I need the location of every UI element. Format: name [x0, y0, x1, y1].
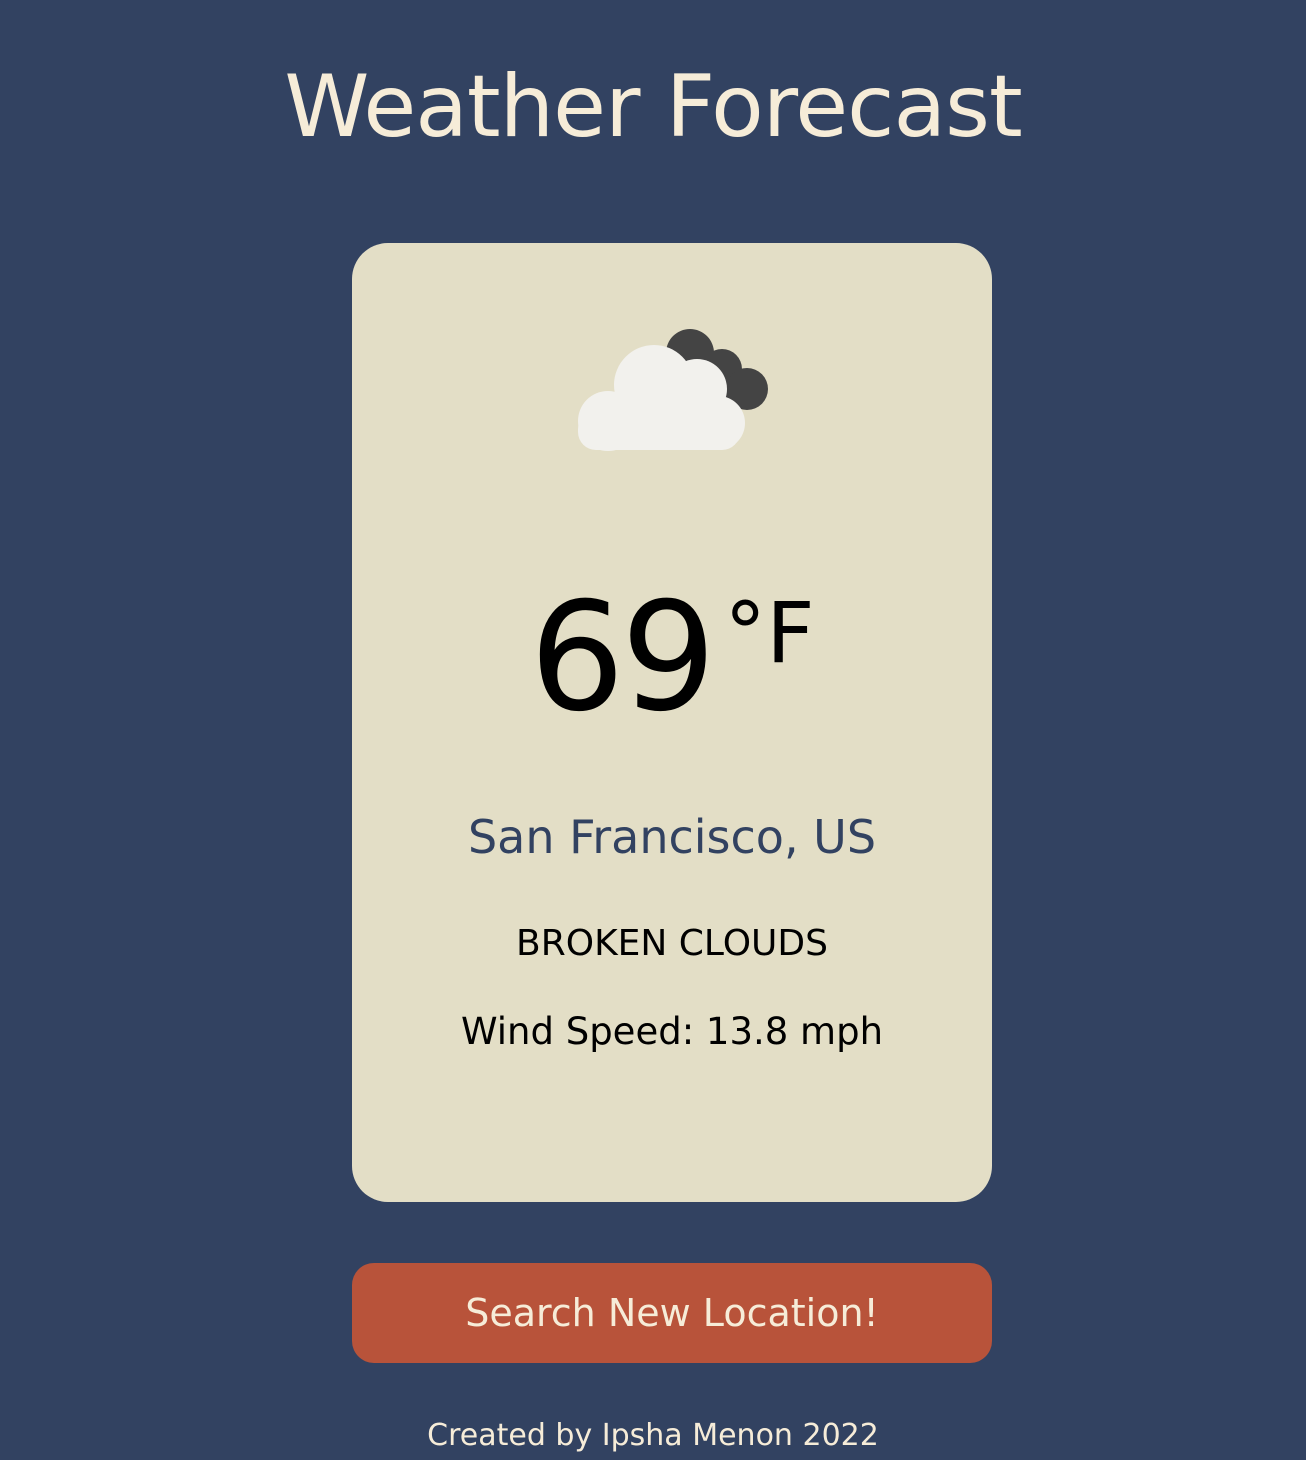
temperature-display: 69 °F — [352, 583, 992, 733]
location-name: San Francisco, US — [467, 810, 877, 864]
temperature-value: 69 — [529, 571, 716, 745]
wind-speed: Wind Speed: 13.8 mph — [460, 1010, 884, 1053]
search-new-location-button[interactable]: Search New Location! — [352, 1263, 992, 1363]
temperature-unit: °F — [724, 584, 815, 682]
page-title: Weather Forecast — [284, 57, 1022, 157]
footer-credit: Created by Ipsha Menon 2022 — [427, 1418, 879, 1453]
broken-clouds-icon — [578, 329, 768, 451]
weather-condition: BROKEN CLOUDS — [516, 923, 828, 964]
weather-card: 69 °F San Francisco, US BROKEN CLOUDS Win… — [352, 243, 992, 1202]
